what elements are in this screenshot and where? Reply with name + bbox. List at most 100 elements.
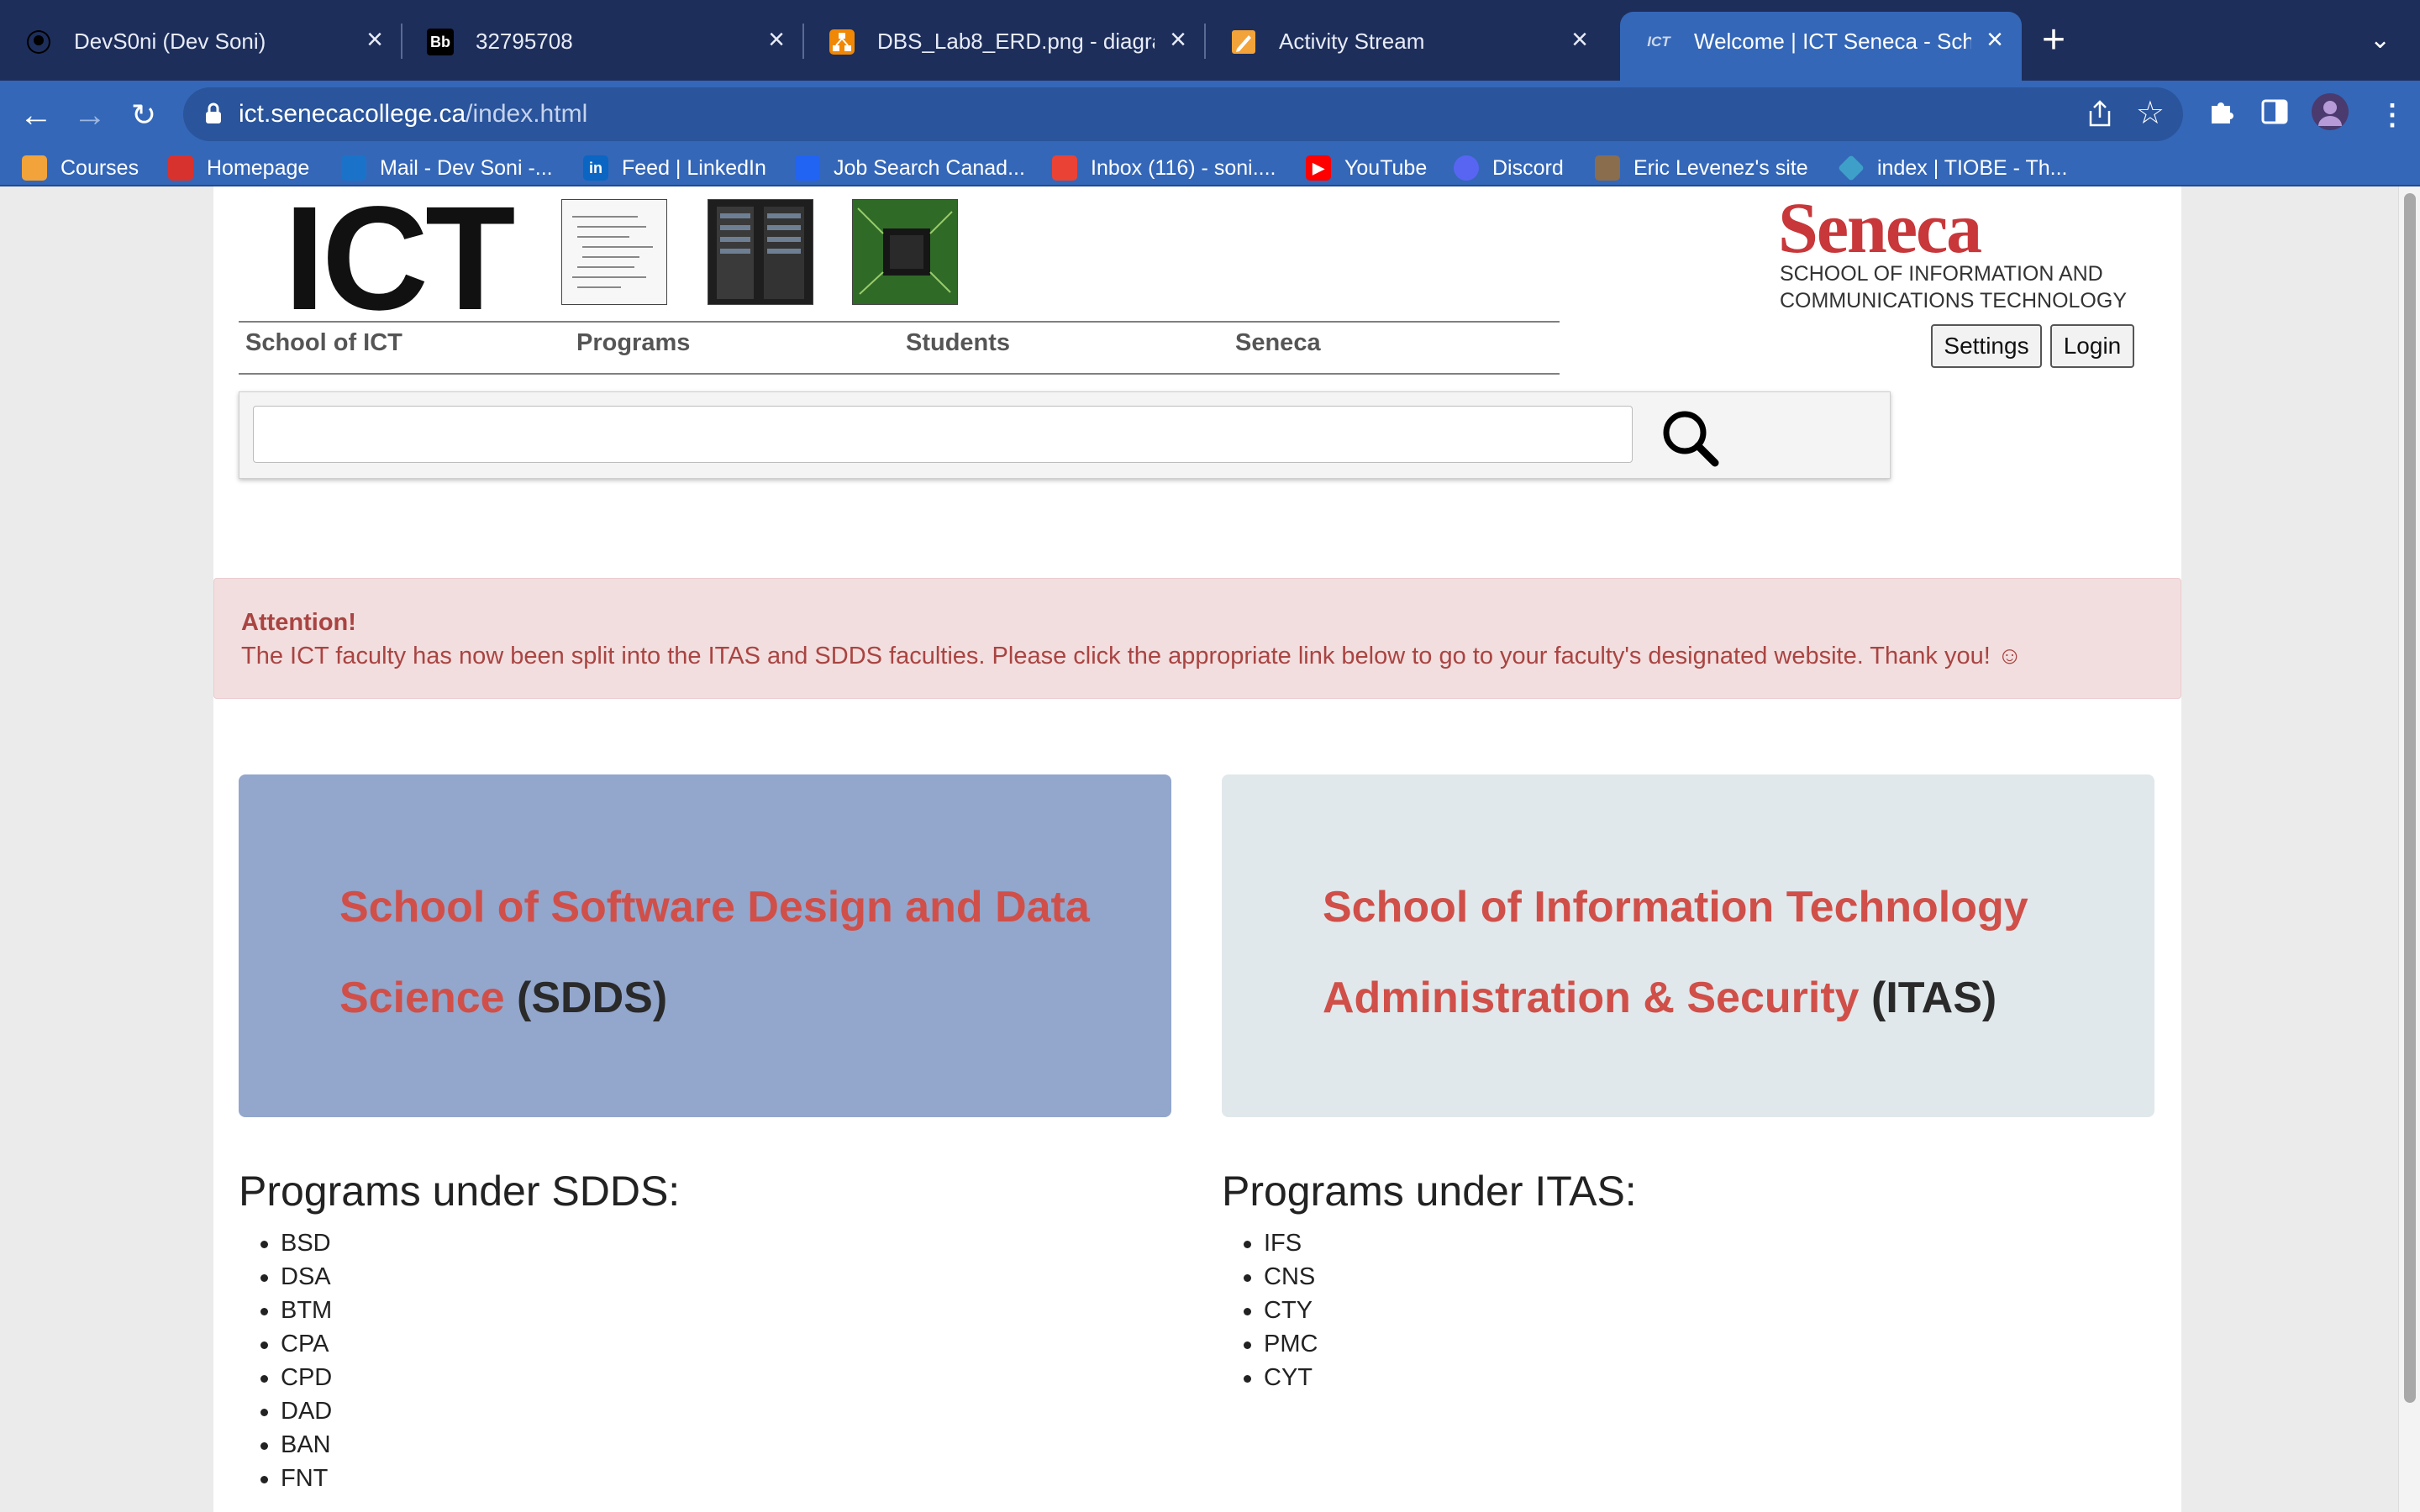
bookmark-label: YouTube [1344, 155, 1428, 180]
bookmark-gmail[interactable]: Inbox (116) - soni.... [1052, 153, 1276, 183]
seneca-icon [168, 155, 193, 181]
indeed-icon [795, 155, 820, 181]
more-menu-icon[interactable]: ⋮ [2378, 97, 2407, 133]
tab-title: DBS_Lab8_ERD.png - diagram [877, 29, 1155, 54]
seneca-subtitle-line: COMMUNICATIONS TECHNOLOGY [1780, 289, 2127, 312]
bookmark-job-search[interactable]: Job Search Canad... [795, 153, 1025, 183]
settings-button[interactable]: Settings [1931, 324, 2042, 368]
bookmark-label: Discord [1492, 155, 1564, 180]
bookmark-label: index | TIOBE - Th... [1877, 155, 2068, 180]
reload-icon[interactable]: ↻ [124, 96, 163, 134]
list-item: CTY [1197, 1294, 1318, 1327]
bookmark-tiobe[interactable]: index | TIOBE - Th... [1838, 153, 2068, 183]
notepad-icon [1230, 29, 1257, 55]
youtube-icon: ▶ [1306, 155, 1331, 181]
ict-icon: ICT [1647, 34, 1670, 50]
bookmark-star-icon[interactable]: ☆ [2136, 94, 2165, 133]
bookmark-label: Feed | LinkedIn [622, 155, 766, 180]
address-bar[interactable]: ict.senecacollege.ca/index.html ☆ [183, 87, 2183, 141]
page-viewport: ICT School of ICT Programs Students Sene… [0, 186, 2398, 1512]
side-panel-icon[interactable] [2260, 97, 2289, 134]
bookmark-label: Eric Levenez's site [1634, 155, 1808, 180]
bookmark-label: Inbox (116) - soni.... [1091, 155, 1276, 180]
close-icon[interactable]: × [366, 25, 383, 54]
address-url: ict.senecacollege.ca/index.html [239, 99, 587, 129]
bookmark-courses[interactable]: Courses [22, 153, 139, 183]
seneca-logo[interactable]: Seneca [1778, 190, 1982, 265]
search-input[interactable] [253, 406, 1633, 463]
tiobe-icon [1838, 155, 1865, 181]
bookmark-label: Homepage [207, 155, 310, 180]
nav-programs[interactable]: Programs [576, 328, 690, 358]
outlook-icon [341, 155, 366, 181]
list-item: FNT [213, 1462, 332, 1495]
circuit-board-image [852, 199, 958, 305]
sdds-programs-heading: Programs under SDDS: [239, 1168, 681, 1215]
sdds-school-card[interactable]: School of Software Design and Data Scien… [239, 774, 1171, 1117]
new-tab-button[interactable]: + [2042, 20, 2065, 60]
browser-tab[interactable]: Activity Stream × [1205, 12, 1607, 71]
alert-title: Attention! [241, 609, 356, 636]
bookmark-mail[interactable]: Mail - Dev Soni -... [341, 153, 553, 183]
itas-programs-heading: Programs under ITAS: [1222, 1168, 1637, 1215]
alert-message: The ICT faculty has now been split into … [241, 643, 2023, 669]
login-button[interactable]: Login [2050, 324, 2134, 368]
code-document-image [561, 199, 667, 305]
list-item: CPD [213, 1361, 332, 1394]
close-icon[interactable]: × [1170, 25, 1186, 54]
url-path: /index.html [466, 100, 588, 128]
list-item: PMC [1197, 1327, 1318, 1361]
nav-school-of-ict[interactable]: School of ICT [245, 328, 402, 358]
profile-avatar[interactable] [2311, 92, 2349, 139]
list-item: DSA [213, 1260, 332, 1294]
tab-title: DevS0ni (Dev Soni) [74, 29, 266, 54]
linkedin-icon: in [583, 155, 608, 181]
tab-title: Welcome | ICT Seneca - School [1694, 29, 1971, 54]
browser-tab[interactable]: Bb 32795708 × [402, 12, 804, 71]
list-item: IFS [1197, 1226, 1318, 1260]
nav-divider-bottom [239, 373, 1560, 375]
browser-tab[interactable]: DevS0ni (Dev Soni) × [0, 12, 402, 71]
search-icon[interactable] [1660, 407, 1720, 468]
browser-tabstrip: DevS0ni (Dev Soni) × Bb 32795708 × DBS_L… [0, 0, 2420, 81]
attention-alert: Attention! The ICT faculty has now been … [213, 578, 2181, 699]
sdds-school-link[interactable]: School of Software Design and Data Scien… [339, 883, 1090, 1022]
bookmark-youtube[interactable]: ▶ YouTube [1306, 153, 1427, 183]
lock-icon [206, 102, 221, 123]
bookmark-linkedin[interactable]: in Feed | LinkedIn [583, 153, 766, 183]
nav-students[interactable]: Students [906, 328, 1010, 358]
browser-tab-active[interactable]: ICT Welcome | ICT Seneca - School × [1620, 12, 2022, 81]
scrollbar-thumb[interactable] [2404, 193, 2416, 1403]
close-icon[interactable]: × [768, 25, 785, 54]
page-scrollbar[interactable] [2398, 186, 2420, 1512]
share-icon[interactable] [2087, 99, 2112, 128]
extensions-puzzle-icon[interactable] [2207, 97, 2235, 134]
close-icon[interactable]: × [1571, 25, 1588, 54]
seneca-subtitle: SCHOOL OF INFORMATION AND COMMUNICATIONS… [1780, 260, 2127, 314]
chevron-down-icon[interactable]: ⌄ [2370, 25, 2391, 55]
itas-card-heading: School of Information Technology Adminis… [1323, 862, 2096, 1043]
bookmark-discord[interactable]: Discord [1454, 153, 1564, 183]
nav-seneca[interactable]: Seneca [1235, 328, 1321, 358]
forward-arrow-icon[interactable]: → [71, 96, 109, 134]
itas-school-card[interactable]: School of Information Technology Adminis… [1222, 774, 2154, 1117]
bookmark-homepage[interactable]: Homepage [168, 153, 309, 183]
list-item: CNS [1197, 1260, 1318, 1294]
seneca-subtitle-line: SCHOOL OF INFORMATION AND [1780, 262, 2103, 286]
server-rack-image [708, 199, 813, 305]
github-icon [25, 29, 52, 55]
bookmark-levenez[interactable]: Eric Levenez's site [1595, 153, 1808, 183]
ict-logo[interactable]: ICT [284, 186, 516, 333]
itas-abbreviation: (ITAS) [1871, 974, 1997, 1022]
itas-program-list: IFS CNS CTY PMC CYT [1197, 1226, 1318, 1394]
bookmark-label: Job Search Canad... [834, 155, 1025, 180]
browser-tab[interactable]: DBS_Lab8_ERD.png - diagram × [803, 12, 1206, 71]
list-item: CPA [213, 1327, 332, 1361]
portrait-icon [1595, 155, 1620, 181]
back-arrow-icon[interactable]: ← [17, 96, 55, 134]
nav-divider-top [239, 321, 1560, 323]
close-icon[interactable]: × [1986, 25, 2003, 54]
list-item: BAN [213, 1428, 332, 1462]
list-item: CYT [1197, 1361, 1318, 1394]
url-host: ict.senecacollege.ca [239, 100, 466, 128]
